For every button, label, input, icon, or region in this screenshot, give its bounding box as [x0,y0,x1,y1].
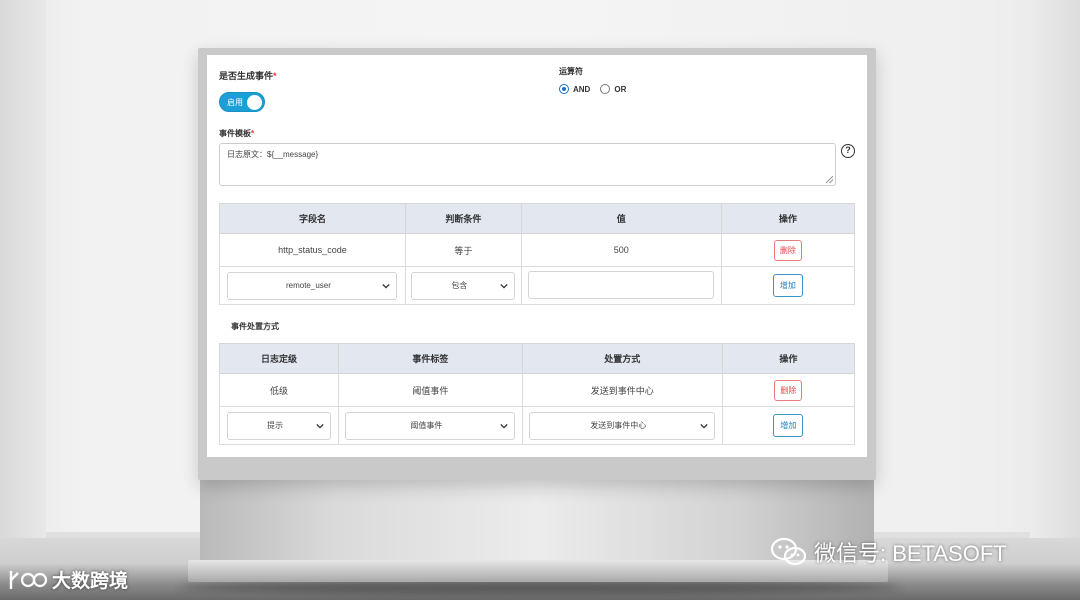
level-select[interactable]: 提示 [226,411,331,440]
cell-action: 删除 [720,233,856,267]
condition-select[interactable]: 包含 [411,271,516,300]
generate-event-text: 是否生成事件 [219,71,274,81]
field-select[interactable]: remote_user [227,271,398,300]
template-required-mark: * [251,129,255,138]
tag-select[interactable]: 阈值事件 [345,411,516,440]
cell-method-select: 发送到事件中心 [521,406,723,445]
cell-value: 500 [520,233,722,267]
cell-add: 增加 [720,266,856,305]
radio-or-icon [600,84,611,94]
chevron-down-icon [500,283,508,289]
required-mark: * [273,71,277,81]
table-input-row: remote_user 包含 增加 [219,266,856,305]
table-input-row: 提示 阈值事件 发送到事件中心 增加 [219,406,856,445]
cell-level-select: 提示 [219,406,339,445]
brand-watermark-text: 大数跨境 [52,571,129,592]
handling-label: 事件处置方式 [231,322,279,331]
kiosk-shadow [180,580,900,594]
radio-and-icon [559,84,569,94]
cell-method: 发送到事件中心 [521,373,723,407]
header-handling-action: 操作 [721,343,856,374]
template-label-text: 事件模板 [219,129,251,138]
cell-condition-select: 包含 [404,266,522,305]
handling-table: 日志定级 事件标签 处置方式 操作 低级 阈值事件 发送到事件中心 删除 提示 [219,343,856,445]
operator-radio-group: AND OR [559,84,636,94]
conditions-table: 字段名 判断条件 值 操作 http_status_code 等于 500 删除… [219,203,856,305]
template-textarea[interactable]: 日志原文：${__message} [219,143,836,186]
header-method: 处置方式 [521,343,723,374]
enable-toggle[interactable]: 启用 [219,92,265,112]
wechat-icon [770,537,807,566]
toggle-knob [247,95,262,110]
brand-logo-icon [9,570,48,589]
table-row: 低级 阈值事件 发送到事件中心 删除 [219,373,856,407]
help-icon[interactable]: ? [841,144,855,158]
kiosk-screen: 是否生成事件* 启用 运算符 AND OR 事件模板* 日志原文：${__mes… [207,55,867,457]
cell-tag: 阈值事件 [337,373,523,407]
template-value: 日志原文：${__message} [227,150,319,159]
delete-button[interactable]: 删除 [774,379,803,401]
delete-button[interactable]: 删除 [773,239,802,261]
background-scene: 是否生成事件* 启用 运算符 AND OR 事件模板* 日志原文：${__mes… [0,0,1080,600]
cell-field: http_status_code [219,233,406,267]
cell-field-select: remote_user [219,266,406,305]
conditions-header-row: 字段名 判断条件 值 操作 [219,203,856,234]
wall-right [1030,0,1080,600]
method-select[interactable]: 发送到事件中心 [529,411,716,440]
handling-header-row: 日志定级 事件标签 处置方式 操作 [219,343,856,374]
cell-tag-select: 阈值事件 [337,406,523,445]
wechat-watermark-text: 微信号: BETASOFT [814,541,1007,566]
generate-event-label: 是否生成事件* [219,69,277,82]
value-input[interactable] [528,270,715,299]
cell-handling-action: 删除 [721,373,856,407]
tag-select-value: 阈值事件 [410,421,443,430]
radio-or-label: OR [614,84,627,94]
wechat-watermark: 微信号: BETASOFT [770,536,1007,568]
operator-label: 运算符 [559,67,583,76]
cell-level: 低级 [219,373,339,407]
field-select-value: remote_user [285,281,331,290]
radio-or[interactable]: OR [600,84,626,94]
header-condition: 判断条件 [404,203,522,234]
chevron-down-icon [500,423,509,429]
condition-select-value: 包含 [451,281,468,290]
brand-watermark: 大数跨境 [8,566,128,593]
header-action: 操作 [720,203,856,234]
header-value: 值 [520,203,722,234]
method-select-value: 发送到事件中心 [590,421,647,430]
radio-and-label: AND [573,84,591,94]
radio-and[interactable]: AND [559,84,590,94]
resize-grip-icon[interactable] [826,176,833,183]
cell-condition: 等于 [404,233,522,267]
chevron-down-icon [382,283,391,289]
add-handling-button[interactable]: 增加 [773,414,804,437]
chevron-down-icon [316,423,324,429]
header-level: 日志定级 [219,343,339,374]
wall-left [0,0,46,600]
template-label: 事件模板* [219,128,254,139]
chevron-down-icon [700,423,708,429]
cell-handling-add: 增加 [721,406,856,445]
level-select-value: 提示 [266,421,283,430]
cell-value-input [520,266,722,305]
add-condition-button[interactable]: 增加 [772,274,803,297]
table-row: http_status_code 等于 500 删除 [219,233,856,267]
header-field: 字段名 [219,203,406,234]
toggle-text: 启用 [227,98,243,107]
header-tag: 事件标签 [337,343,523,374]
